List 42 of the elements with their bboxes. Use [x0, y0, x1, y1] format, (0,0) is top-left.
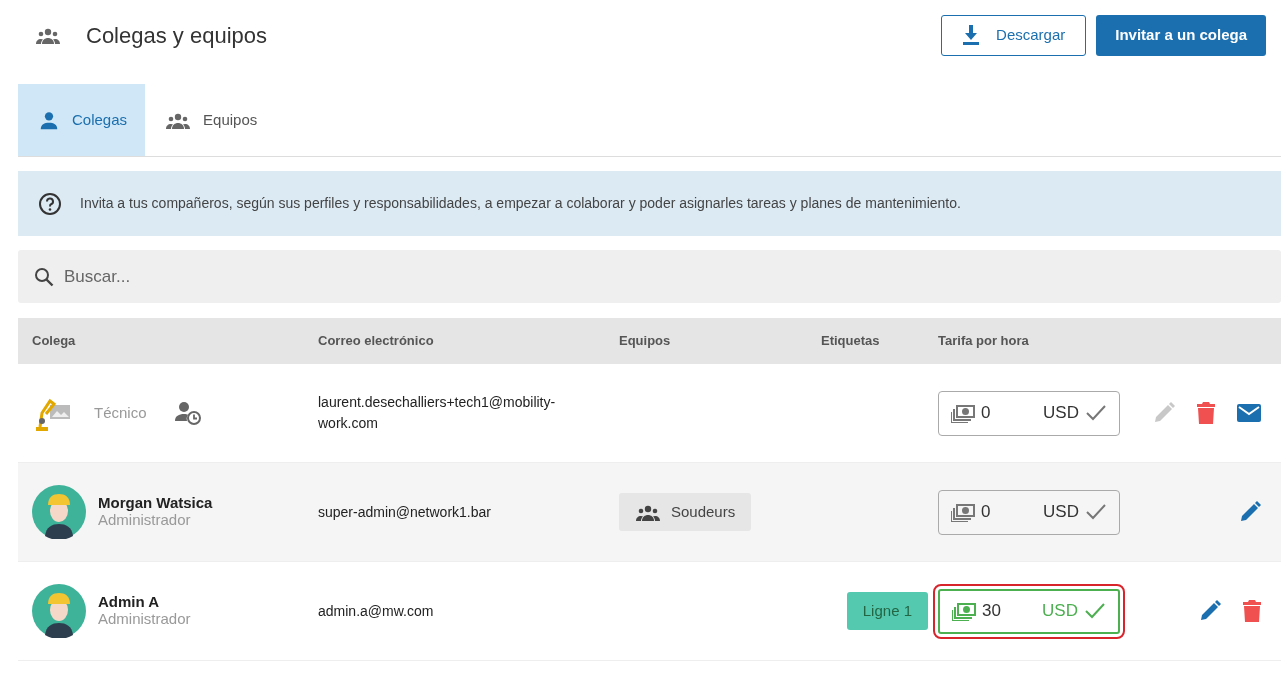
email-text: admin.a@mw.com — [318, 602, 434, 619]
column-header: Colega — [32, 332, 76, 351]
tab[interactable]: Equipos — [145, 84, 276, 156]
delete-button[interactable] — [1243, 600, 1261, 622]
delete-button[interactable] — [1197, 402, 1215, 424]
role-label: Técnico — [94, 404, 147, 422]
edit-button[interactable] — [1199, 600, 1221, 622]
check-icon — [1084, 602, 1106, 620]
colleague-name: Admin A — [98, 593, 161, 611]
tab[interactable]: Colegas — [18, 84, 146, 156]
rate-field[interactable]: 0 USD — [938, 390, 1120, 436]
role-label: Administrador — [98, 511, 192, 530]
column-header: Etiquetas — [821, 332, 880, 351]
info-text: Invita a tus compañeros, según sus perfiles y responsabilidades, a empezar a colaborar y poder asignarles tareas y planes de mantenimiento. — [80, 194, 961, 213]
invite-button[interactable]: Invitar a un colega — [1096, 14, 1266, 56]
check-icon — [1085, 503, 1107, 521]
money-icon — [951, 502, 975, 522]
edit-button[interactable] — [1239, 501, 1261, 523]
column-header: Equipos — [619, 333, 671, 349]
colleague-name: Morgan Watsica — [98, 494, 213, 512]
help-icon — [38, 191, 62, 216]
email-text: laurent.desechalliers+tech1@mobility-work.com — [318, 394, 556, 431]
search-icon — [34, 266, 54, 287]
money-icon — [952, 601, 976, 621]
search-bar[interactable]: Buscar... — [18, 250, 1281, 303]
role-label: Administrador — [98, 610, 191, 629]
email-text: super-admin@network1.bar — [318, 503, 491, 520]
download-button[interactable]: Descargar — [941, 14, 1087, 56]
search-field[interactable]: Buscar... — [62, 262, 1281, 291]
avatar-silhouette — [32, 485, 86, 539]
money-icon — [951, 403, 975, 423]
column-header: Tarifa por hora — [938, 333, 1029, 349]
check-icon — [1085, 404, 1107, 422]
team-badge: Soudeurs — [619, 492, 752, 532]
page-title: Colegas y equipos — [86, 21, 267, 50]
tag-badge: Ligne 1 — [846, 591, 928, 631]
column-header: Correo electrónico — [318, 333, 434, 349]
mail-button[interactable] — [1237, 404, 1261, 422]
person-icon — [38, 109, 60, 131]
rate-field[interactable]: 0 USD — [938, 489, 1120, 535]
download-icon — [962, 25, 981, 45]
avatar-silhouette — [32, 584, 86, 638]
